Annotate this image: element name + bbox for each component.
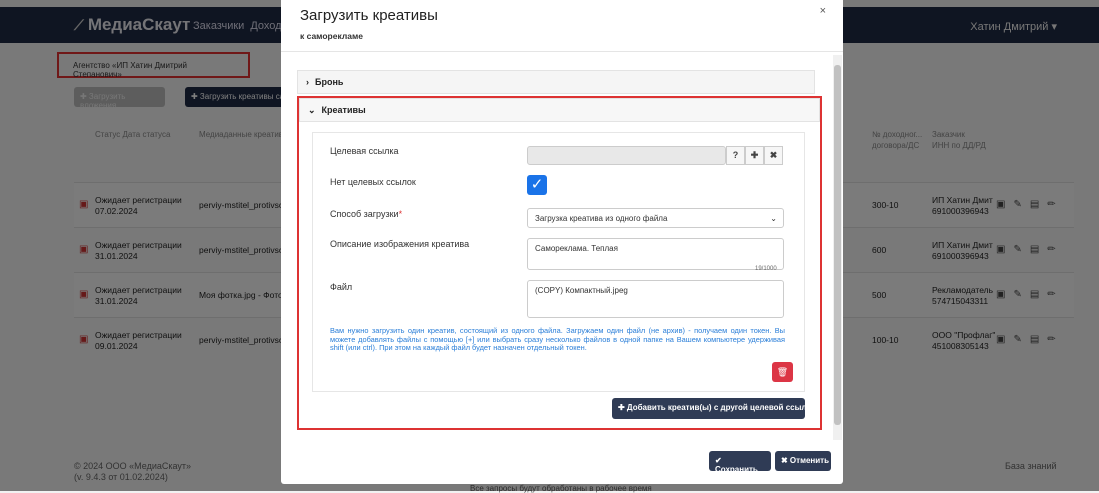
chevron-down-icon: ⌄	[308, 105, 316, 115]
file-label: Файл	[330, 282, 353, 292]
section-creatives[interactable]: ⌄ Креативы	[299, 98, 820, 122]
upload-hint: Вам нужно загрузить один креатив, состоя…	[330, 326, 785, 352]
modal-subtitle: к саморекламе	[300, 31, 363, 41]
chevron-down-icon: ⌄	[770, 214, 777, 223]
section-creatives-label: Креативы	[321, 105, 366, 115]
target-link-label: Целевая ссылка	[330, 146, 399, 156]
trash-icon: 🗑	[776, 367, 789, 377]
description-label: Описание изображения креатива	[330, 239, 470, 249]
chevron-right-icon: ›	[306, 77, 309, 87]
no-links-label: Нет целевых ссылок	[330, 177, 416, 187]
upload-method-label: Способ загрузки*	[330, 209, 403, 219]
cancel-button[interactable]: ✖ Отменить	[775, 451, 831, 471]
modal-title: Загрузить креативы	[300, 7, 438, 24]
no-links-checkbox[interactable]: ✓	[527, 175, 547, 195]
help-icon[interactable]: ?	[726, 146, 745, 165]
scrollbar-thumb[interactable]	[834, 65, 841, 425]
target-link-input[interactable]	[527, 146, 726, 165]
upload-method-select[interactable]: Загрузка креатива из одного файла ⌄	[527, 208, 784, 228]
add-link-button[interactable]: ✚	[745, 146, 764, 165]
add-creative-button[interactable]: ✚ Добавить креатив(ы) с другой целевой с…	[612, 398, 820, 419]
section-booking-label: Бронь	[315, 77, 344, 87]
close-icon[interactable]: ×	[820, 5, 826, 17]
clear-link-button[interactable]: ✖	[764, 146, 783, 165]
file-input[interactable]: (COPY) Компактный.jpeg	[527, 280, 784, 318]
upload-creatives-modal: Загрузить креативы к саморекламе × › Брон…	[281, 0, 843, 484]
modal-scrollbar[interactable]	[833, 55, 842, 440]
save-button[interactable]: ✔ Сохранить	[709, 451, 771, 474]
description-counter: 19/1000	[755, 266, 777, 272]
section-booking[interactable]: › Бронь	[297, 70, 815, 94]
description-textarea[interactable]: Самореклама. Теплая	[527, 238, 784, 270]
delete-creative-button[interactable]: 🗑	[772, 362, 793, 382]
